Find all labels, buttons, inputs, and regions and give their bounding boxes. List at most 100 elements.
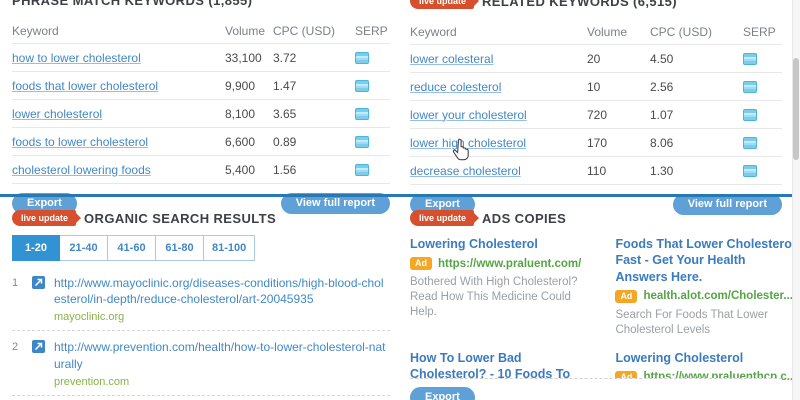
ad-title-link[interactable]: Lowering Cholesterol: [410, 236, 595, 252]
table-row: lower high cholesterol 170 8.06: [410, 129, 782, 157]
related-keywords-panel: live update RELATED KEYWORDS (6,515) Key…: [410, 0, 782, 215]
result-row: 1 http://www.mayoclinic.org/diseases-con…: [12, 267, 390, 331]
keyword-link[interactable]: how to lower cholesterol: [12, 51, 225, 65]
volume-value: 6,600: [225, 135, 273, 149]
organic-result-list: 1 http://www.mayoclinic.org/diseases-con…: [12, 267, 390, 400]
col-serp: SERP: [355, 24, 390, 38]
cpc-value: 3.72: [273, 51, 355, 65]
serp-icon[interactable]: [355, 164, 369, 176]
volume-value: 170: [587, 136, 650, 150]
external-link-icon[interactable]: [32, 339, 46, 387]
cpc-value: 1.30: [650, 164, 743, 178]
keyword-link-hovered[interactable]: decrease cholesterol: [410, 164, 587, 178]
result-body: http://www.mayoclinic.org/diseases-condi…: [54, 275, 390, 323]
table-header-row: Keyword Volume CPC (USD) SERP: [410, 19, 782, 45]
col-serp: SERP: [743, 25, 782, 39]
phrase-match-title: PHRASE MATCH KEYWORDS (1,855): [12, 0, 252, 8]
cpc-value: 8.06: [650, 136, 743, 150]
pagination-tab-81-100[interactable]: 81-100: [204, 235, 255, 261]
keyword-link[interactable]: lower cholesterol: [12, 107, 225, 121]
cpc-value: 4.50: [650, 52, 743, 66]
keyword-link[interactable]: cholesterol lowering foods: [12, 163, 225, 177]
pagination-tab-61-80[interactable]: 61-80: [156, 235, 204, 261]
organic-results-panel: live update ORGANIC SEARCH RESULTS 1-20 …: [12, 210, 390, 400]
result-row: 2 http://www.prevention.com/health/how-t…: [12, 331, 390, 395]
ad-badge: Ad: [615, 290, 637, 303]
external-link-icon[interactable]: [32, 275, 46, 323]
result-body: http://www.prevention.com/health/how-to-…: [54, 339, 390, 387]
organic-results-title: ORGANIC SEARCH RESULTS: [84, 211, 276, 226]
live-update-badge: live update: [12, 210, 76, 226]
live-update-badge: live update: [410, 0, 474, 9]
section-divider: [0, 194, 792, 197]
table-row: foods to lower cholesterol 6,600 0.89: [12, 128, 390, 156]
cpc-value: 3.65: [273, 107, 355, 121]
table-row: foods that lower cholesterol 9,900 1.47: [12, 72, 390, 100]
keyword-link[interactable]: lower colesteral: [410, 52, 587, 66]
keyword-link[interactable]: lower your cholesterol: [410, 108, 587, 122]
table-row: decrease cholesterol 110 1.30: [410, 157, 782, 185]
keyword-link[interactable]: foods to lower cholesterol: [12, 135, 225, 149]
serp-icon[interactable]: [743, 165, 757, 177]
keyword-link[interactable]: reduce colesterol: [410, 80, 587, 94]
cpc-value: 1.56: [273, 163, 355, 177]
col-keyword: Keyword: [12, 24, 225, 38]
serp-icon[interactable]: [355, 108, 369, 120]
ad-title-link[interactable]: Foods That Lower Cholesterol Fast - Get …: [615, 236, 796, 285]
result-rank: 2: [12, 339, 24, 387]
col-cpc: CPC (USD): [650, 25, 743, 39]
volume-value: 5,400: [225, 163, 273, 177]
table-row: reduce colesterol 10 2.56: [410, 73, 782, 101]
scrollbar-thumb[interactable]: [793, 58, 799, 160]
pagination-tab-1-20[interactable]: 1-20: [12, 235, 60, 261]
col-keyword: Keyword: [410, 25, 587, 39]
serp-icon[interactable]: [355, 52, 369, 64]
cpc-value: 1.07: [650, 108, 743, 122]
col-cpc: CPC (USD): [273, 24, 355, 38]
serp-icon[interactable]: [743, 137, 757, 149]
cpc-value: 2.56: [650, 80, 743, 94]
volume-value: 110: [587, 164, 650, 178]
table-row: cholesterol lowering foods 5,400 1.56: [12, 156, 390, 184]
ad-url: health.alot.com/Cholester...: [643, 290, 793, 302]
serp-icon[interactable]: [355, 136, 369, 148]
result-url-link[interactable]: http://www.prevention.com/health/how-to-…: [54, 339, 390, 371]
results-pagination: 1-20 21-40 41-60 61-80 81-100: [12, 235, 255, 261]
volume-value: 20: [587, 52, 650, 66]
ads-grid: Lowering Cholesterol Ad https://www.pral…: [410, 236, 782, 400]
export-button[interactable]: Export: [410, 387, 475, 400]
related-keywords-title: RELATED KEYWORDS (6,515): [482, 0, 677, 9]
table-header-row: Keyword Volume CPC (USD) SERP: [12, 18, 390, 44]
scrollbar[interactable]: [792, 0, 800, 400]
ad-title-link[interactable]: Lowering Cholesterol: [615, 350, 796, 366]
ad-badge: Ad: [410, 257, 432, 270]
serp-icon[interactable]: [743, 53, 757, 65]
col-volume: Volume: [225, 24, 273, 38]
keyword-link[interactable]: foods that lower cholesterol: [12, 79, 225, 93]
live-update-badge: live update: [410, 210, 474, 226]
ad-description: Search For Foods That Lower Cholesterol …: [615, 308, 796, 338]
volume-value: 9,900: [225, 79, 273, 93]
ad-description: Bothered With High Cholesterol? Read How…: [410, 275, 595, 320]
serp-icon[interactable]: [743, 109, 757, 121]
ad-url: https://www.praluent.com/: [438, 258, 581, 270]
volume-value: 33,100: [225, 51, 273, 65]
related-keywords-table: Keyword Volume CPC (USD) SERP lower cole…: [410, 19, 782, 185]
serp-icon[interactable]: [355, 80, 369, 92]
result-row: 3 http://www.health.com/health/gallery/0…: [12, 396, 390, 400]
ad-card: Foods That Lower Cholesterol Fast - Get …: [615, 236, 796, 338]
pagination-tab-21-40[interactable]: 21-40: [60, 235, 108, 261]
keyword-link[interactable]: lower high cholesterol: [410, 136, 587, 150]
phrase-match-panel: PHRASE MATCH KEYWORDS (1,855) Keyword Vo…: [12, 0, 390, 214]
serp-icon[interactable]: [743, 81, 757, 93]
col-volume: Volume: [587, 25, 650, 39]
keyword-analytics-page: PHRASE MATCH KEYWORDS (1,855) Keyword Vo…: [0, 0, 800, 400]
table-row: lower cholesterol 8,100 3.65: [12, 100, 390, 128]
pagination-tab-41-60[interactable]: 41-60: [108, 235, 156, 261]
volume-value: 8,100: [225, 107, 273, 121]
result-url-link[interactable]: http://www.mayoclinic.org/diseases-condi…: [54, 275, 390, 307]
result-domain: prevention.com: [54, 376, 390, 388]
phrase-match-table: Keyword Volume CPC (USD) SERP how to low…: [12, 18, 390, 184]
volume-value: 720: [587, 108, 650, 122]
ad-card: Lowering Cholesterol Ad https://www.pral…: [410, 236, 595, 338]
